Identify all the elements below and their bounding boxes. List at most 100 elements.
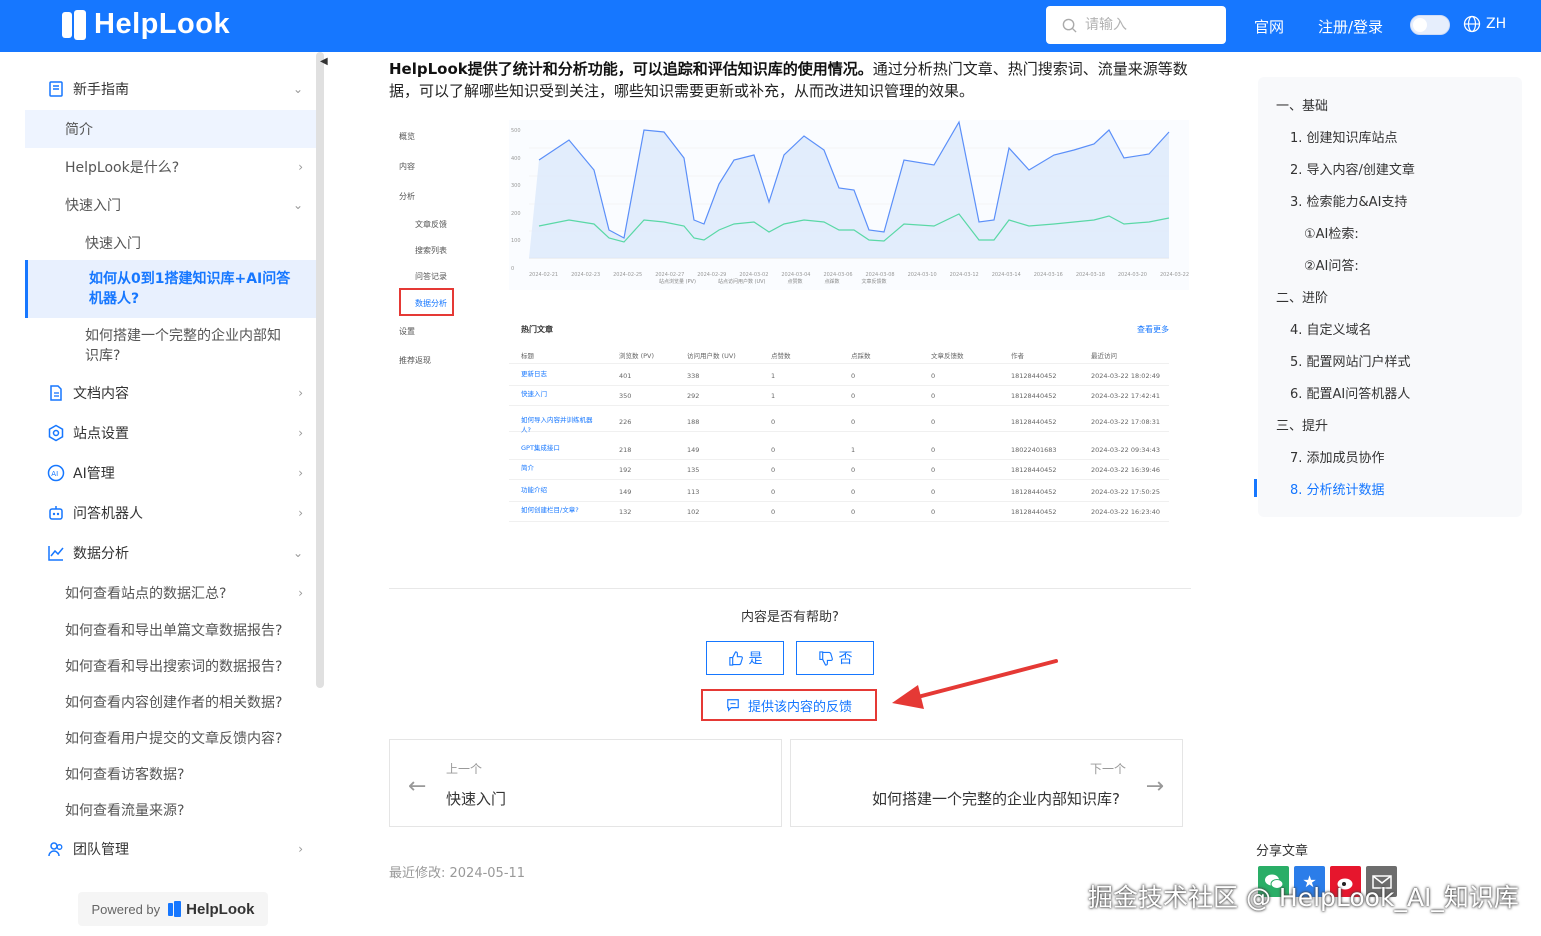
sidebar-item-documents[interactable]: 文档内容 ›: [25, 374, 317, 412]
next-article-card[interactable]: 下一个 如何搭建一个完整的企业内部知识库? →: [790, 739, 1183, 827]
nav-register-login[interactable]: 注册/登录: [1318, 16, 1383, 37]
logo[interactable]: HelpLook: [60, 8, 230, 41]
sidebar-item-label: HelpLook是什么?: [65, 160, 180, 176]
toc-item[interactable]: 1. 创建知识库站点: [1290, 127, 1398, 146]
sidebar-item-feedback-data[interactable]: 如何查看用户提交的文章反馈内容?: [25, 720, 317, 756]
table-cell: 149: [687, 446, 700, 454]
table-row: 简介 192 135 0 0 0 18128440452 2024-03-22 16:39:4…: [509, 460, 1169, 480]
search-box[interactable]: [1046, 6, 1226, 44]
legend-item: 站点浏览量 (PV): [659, 279, 696, 285]
sidebar-item-what-is[interactable]: HelpLook是什么? ›: [25, 148, 317, 186]
x-label: 2024-03-16: [1033, 272, 1063, 278]
table-header-cell: 浏览数 (PV): [619, 352, 655, 360]
helpful-no-button[interactable]: 否: [796, 641, 874, 675]
chevron-right-icon: ›: [298, 842, 303, 856]
sidebar-item-label: 问答机器人: [73, 506, 143, 522]
chevron-down-icon: ⌄: [292, 546, 303, 560]
sidebar-scrollbar[interactable]: [316, 52, 324, 688]
table-cell: 2024-03-22 18:02:49: [1091, 372, 1161, 380]
theme-toggle[interactable]: [1410, 15, 1450, 35]
table-cell: 135: [687, 466, 700, 474]
toc-item[interactable]: 三、提升: [1276, 415, 1328, 434]
x-label: 2024-03-10: [907, 272, 937, 278]
sidebar-item-traffic-source[interactable]: 如何查看流量来源?: [25, 792, 317, 828]
table-cell: 1: [851, 446, 856, 454]
sidebar-item-ai-management[interactable]: AI AI管理 ›: [25, 454, 317, 492]
screenshot-menu-item: 问答记录: [415, 272, 447, 281]
sidebar-item-team[interactable]: 团队管理 ›: [25, 830, 317, 868]
table-row: 更新日志 401 338 1 0 0 18128440452 2024-03-22 18:02…: [509, 366, 1169, 386]
toc-item[interactable]: 一、基础: [1276, 95, 1328, 114]
nav-official-site[interactable]: 官网: [1254, 16, 1284, 37]
table-row: 功能介绍 149 113 0 0 0 18128440452 2024-03-22 17:50…: [509, 482, 1169, 502]
sidebar-item-article-report[interactable]: 如何查看和导出单篇文章数据报告?: [25, 612, 317, 648]
top-header: HelpLook 官网 注册/登录 ZH: [0, 0, 1541, 52]
sidebar-item-getting-started[interactable]: 新手指南 ⌄: [25, 72, 317, 106]
toggle-knob: [1413, 18, 1427, 32]
comment-icon: [727, 699, 739, 712]
chevron-down-icon: ⌄: [292, 82, 303, 96]
sidebar-item-site-summary[interactable]: 如何查看站点的数据汇总? ›: [25, 574, 317, 612]
table-cell: 更新日志: [521, 370, 547, 378]
toc-item[interactable]: 2. 导入内容/创建文章: [1290, 159, 1415, 178]
yes-label: 是: [748, 651, 763, 667]
screenshot-menu-item: 文章反馈: [415, 220, 447, 229]
sidebar-item-site-settings[interactable]: 站点设置 ›: [25, 414, 317, 452]
sidebar-item-current[interactable]: 如何从0到1搭建知识库+AI问答机器人?: [25, 260, 317, 318]
legend-item: 点赞数: [787, 279, 803, 285]
sidebar-item-label: 如何从0到1搭建知识库+AI问答机器人?: [89, 271, 291, 307]
x-label: 2024-02-21: [529, 272, 559, 278]
chevron-down-icon: ⌄: [292, 198, 303, 212]
provide-feedback-button[interactable]: 提供该内容的反馈: [701, 689, 877, 721]
gear-icon: [47, 424, 65, 442]
sidebar-item-search-report[interactable]: 如何查看和导出搜索词的数据报告?: [25, 648, 317, 684]
toc-item[interactable]: 4. 自定义域名: [1290, 319, 1372, 338]
sidebar-item-visitor-data[interactable]: 如何查看访客数据?: [25, 756, 317, 792]
toc-item[interactable]: 6. 配置AI问答机器人: [1290, 383, 1410, 402]
logo-mark-icon: [60, 9, 88, 40]
toc-item[interactable]: ②AI问答:: [1304, 255, 1359, 274]
table-row: 如何导入内容并训练机器人? 226 188 0 0 0 18128440452 2024-03…: [509, 412, 1169, 434]
sidebar-item-label: 快速入门: [85, 236, 141, 252]
collapse-sidebar-icon[interactable]: ◀: [320, 56, 328, 67]
toc-item[interactable]: 7. 添加成员协作: [1290, 447, 1385, 466]
sidebar-item-qa-robot[interactable]: 问答机器人 ›: [25, 494, 317, 532]
language-switch[interactable]: ZH: [1463, 15, 1506, 33]
table-cell: 2024-03-22 17:08:31: [1091, 418, 1161, 426]
screenshot-legend: 站点浏览量 (PV) 站点访问用户数 (UV) 点赞数 点踩数 文章反馈数: [659, 278, 887, 285]
sidebar-item-intro[interactable]: 简介: [25, 110, 317, 148]
table-cell: 如何创建栏目/文章?: [521, 506, 579, 514]
toc-item-active[interactable]: 8. 分析统计数据: [1290, 479, 1385, 498]
table-of-contents: 一、基础 1. 创建知识库站点 2. 导入内容/创建文章 3. 检索能力&AI支…: [1254, 77, 1522, 517]
toc-item[interactable]: ①AI检索:: [1304, 223, 1359, 242]
table-header-cell: 访问用户数 (UV): [687, 352, 736, 360]
table-cell: 1: [771, 372, 776, 380]
powered-by[interactable]: Powered by HelpLook: [78, 892, 268, 926]
sidebar-item-author-data[interactable]: 如何查看内容创建作者的相关数据?: [25, 684, 317, 720]
content-divider: [389, 588, 1191, 589]
table-cell: 2024-03-22 17:50:25: [1091, 488, 1161, 496]
x-label: 2024-02-25: [613, 272, 643, 278]
table-cell: 0: [931, 372, 936, 380]
toc-item[interactable]: 3. 检索能力&AI支持: [1290, 191, 1407, 210]
toc-item[interactable]: 5. 配置网站门户样式: [1290, 351, 1411, 370]
table-header-cell: 点赞数: [771, 352, 791, 360]
table-cell: 0: [771, 466, 776, 474]
sidebar-item-label: 如何查看站点的数据汇总?: [65, 586, 227, 602]
sidebar-item-label: 如何查看内容创建作者的相关数据?: [65, 695, 283, 711]
screenshot-menu-item: 概览: [399, 132, 415, 141]
table-cell: 0: [931, 392, 936, 400]
prev-article-card[interactable]: ← 上一个 快速入门: [389, 739, 782, 827]
sidebar-item-quickstart-group[interactable]: 快速入门 ⌄: [25, 186, 317, 224]
sidebar-item-data-analysis[interactable]: 数据分析 ⌄: [25, 534, 317, 572]
powered-brand: HelpLook: [186, 900, 255, 918]
sidebar-item-internal-kb[interactable]: 如何搭建一个完整的企业内部知识库?: [25, 320, 317, 372]
toc-item[interactable]: 二、进阶: [1276, 287, 1328, 306]
svg-text:AI: AI: [51, 470, 58, 478]
helpful-yes-button[interactable]: 是: [706, 641, 784, 675]
next-small-label: 下一个: [1089, 762, 1126, 776]
screenshot-table-header: 标题 浏览数 (PV) 访问用户数 (UV) 点赞数 点踩数 文章反馈数 作者 最近访问: [509, 344, 1169, 364]
sidebar-item-quickstart[interactable]: 快速入门: [25, 224, 317, 262]
table-cell: 18022401683: [1011, 446, 1057, 454]
search-input[interactable]: [1085, 17, 1215, 33]
